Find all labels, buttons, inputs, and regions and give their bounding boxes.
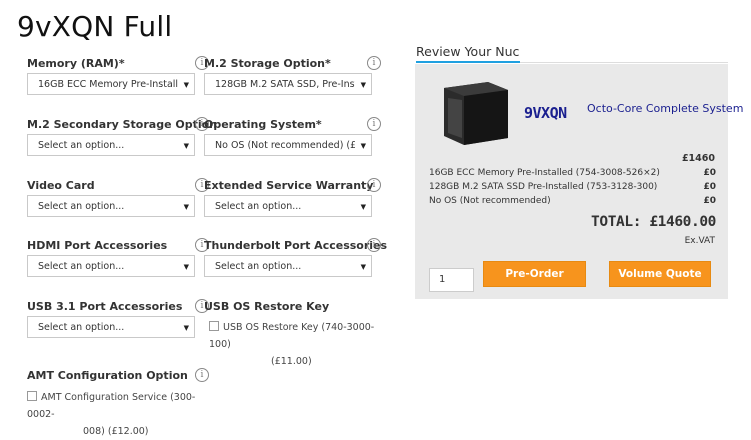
info-icon[interactable]: i [367,238,381,252]
hdmi-select-value: Select an option... [38,261,125,272]
amt-check-label-2: 008) (£12.00) [83,426,149,437]
os-label: Operating System* [204,118,322,131]
product-image [444,82,508,145]
summary-line-item: 128GB M.2 SATA SSD Pre-Installed (753-31… [429,182,716,192]
checkbox-icon[interactable] [27,391,37,401]
chevron-down-icon: ▼ [360,263,366,271]
summary-item-name: No OS (Not recommended) [429,196,551,206]
info-icon[interactable]: i [367,117,381,131]
info-icon[interactable]: i [367,178,381,192]
m2-secondary-select-value: Select an option... [38,140,125,151]
os-select[interactable]: No OS (Not recommended) (£0.0 ▼ [204,134,372,156]
checkbox-icon[interactable] [209,321,219,331]
info-icon[interactable]: i [367,56,381,70]
page-title: 9vXQN Full [17,10,173,43]
chevron-down-icon: ▼ [183,263,189,271]
chevron-down-icon: ▼ [183,324,189,332]
m2-secondary-select[interactable]: Select an option... ▼ [27,134,195,156]
summary-item-price: £0 [703,182,716,192]
usb-restore-check-label-1: USB OS Restore Key (740-3000-100) [209,322,375,350]
info-icon[interactable]: i [195,368,209,382]
amt-checkbox-row[interactable]: AMT Configuration Service (300-0002- 008… [27,389,202,440]
hdmi-label: HDMI Port Accessories [27,239,168,252]
brand-logo: 9VXQN [524,104,567,122]
summary-line-item: No OS (Not recommended) £0 [429,196,716,206]
usb31-select[interactable]: Select an option... ▼ [27,316,195,338]
thunderbolt-label: Thunderbolt Port Accessories [204,239,388,252]
memory-select-value: 16GB ECC Memory Pre-Installed ( [38,79,178,90]
chevron-down-icon: ▼ [183,81,189,89]
m2-storage-select-value: 128GB M.2 SATA SSD, Pre-Installe [215,79,355,90]
usb31-label: USB 3.1 Port Accessories [27,300,183,313]
os-select-value: No OS (Not recommended) (£0.0 [215,140,355,151]
m2-storage-select[interactable]: 128GB M.2 SATA SSD, Pre-Installe ▼ [204,73,372,95]
warranty-select[interactable]: Select an option... ▼ [204,195,372,217]
amt-check-label-1: AMT Configuration Service (300-0002- [27,392,196,420]
chevron-down-icon: ▼ [183,203,189,211]
pre-order-button[interactable]: Pre-Order [483,261,586,287]
m2-secondary-label: M.2 Secondary Storage Option [27,118,218,131]
quantity-input[interactable]: 1 [429,268,474,292]
amt-label: AMT Configuration Option [27,369,188,382]
brand-subtitle: Octo-Core Complete System [587,102,744,115]
summary-item-price: £0 [703,168,716,178]
m2-storage-label: M.2 Storage Option* [204,57,331,70]
thunderbolt-select-value: Select an option... [215,261,302,272]
summary-item-name: 16GB ECC Memory Pre-Installed (754-3008-… [429,168,660,178]
usb-restore-label: USB OS Restore Key [204,300,330,313]
memory-label: Memory (RAM)* [27,57,125,70]
usb31-select-value: Select an option... [38,322,125,333]
chevron-down-icon: ▼ [360,81,366,89]
ex-vat-label: Ex.VAT [684,236,715,246]
chevron-down-icon: ▼ [183,142,189,150]
base-price: £1460 [681,153,715,164]
volume-quote-button[interactable]: Volume Quote [609,261,711,287]
usb-restore-check-label-2: (£11.00) [271,356,312,367]
thunderbolt-select[interactable]: Select an option... ▼ [204,255,372,277]
video-card-label: Video Card [27,179,95,192]
hdmi-select[interactable]: Select an option... ▼ [27,255,195,277]
chevron-down-icon: ▼ [360,142,366,150]
memory-select[interactable]: 16GB ECC Memory Pre-Installed ( ▼ [27,73,195,95]
summary-item-price: £0 [703,196,716,206]
warranty-label: Extended Service Warranty [204,179,374,192]
video-card-select[interactable]: Select an option... ▼ [27,195,195,217]
summary-item-name: 128GB M.2 SATA SSD Pre-Installed (753-31… [429,182,658,192]
review-tab-underline [416,61,520,63]
video-card-select-value: Select an option... [38,201,125,212]
review-heading: Review Your Nuc [416,44,520,59]
warranty-select-value: Select an option... [215,201,302,212]
chevron-down-icon: ▼ [360,203,366,211]
summary-line-item: 16GB ECC Memory Pre-Installed (754-3008-… [429,168,716,178]
usb-restore-checkbox-row[interactable]: USB OS Restore Key (740-3000-100) (£11.0… [209,319,379,370]
total-price: TOTAL: £1460.00 [591,214,716,230]
